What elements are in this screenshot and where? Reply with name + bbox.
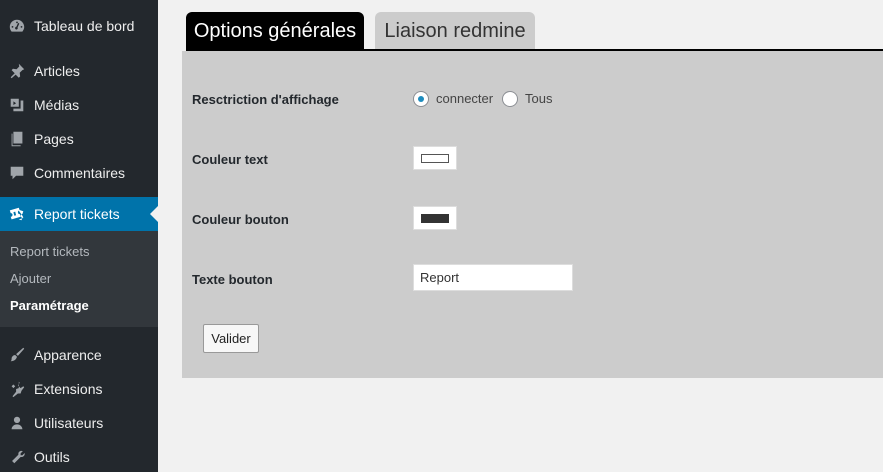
radio-connecter-label[interactable]: connecter [436,91,493,106]
sidebar-item-comments[interactable]: Commentaires [0,156,158,190]
sidebar-item-label: Tableau de bord [34,18,135,34]
sidebar-item-extensions[interactable]: Extensions [0,372,158,406]
sidebar-item-label: Report tickets [34,206,120,222]
sidebar-item-pages[interactable]: Pages [0,122,158,156]
radio-tous[interactable] [502,91,518,107]
sidebar-item-report-tickets[interactable]: Report tickets [0,197,158,231]
sidebar-item-articles[interactable]: Articles [0,54,158,88]
pushpin-icon [0,54,34,88]
sidebar-item-label: Commentaires [34,165,126,181]
sidebar-item-label: Utilisateurs [34,415,104,431]
sidebar-item-label: Médias [34,97,80,113]
sidebar-item-label: Articles [34,63,80,79]
wrench-icon [0,440,34,472]
button-color-picker[interactable] [413,206,457,230]
text-color-swatch [421,154,449,163]
button-text-input[interactable] [413,264,573,291]
submenu-item-parametrage[interactable]: Paramétrage [0,292,158,319]
restriction-label: Resctriction d'affichage [192,92,339,107]
sidebar-item-label: Apparence [34,347,102,363]
tab-liaison-redmine[interactable]: Liaison redmine [375,12,535,50]
text-color-picker[interactable] [413,146,457,170]
report-tickets-submenu: Report tickets Ajouter Paramétrage [0,231,158,327]
brush-icon [0,338,34,372]
radio-tous-label[interactable]: Tous [525,91,552,106]
media-icon [0,88,34,122]
sidebar-item-outils[interactable]: Outils [0,440,158,472]
text-color-label: Couleur text [192,152,268,167]
user-icon [0,406,34,440]
sidebar-item-apparence[interactable]: Apparence [0,338,158,372]
button-color-label: Couleur bouton [192,212,289,227]
sidebar-item-label: Outils [34,449,70,465]
submit-button[interactable]: Valider [203,324,259,353]
button-text-label: Texte bouton [192,272,273,287]
sidebar-item-label: Pages [34,131,74,147]
sidebar-item-dashboard[interactable]: Tableau de bord [0,9,158,43]
sidebar-item-utilisateurs[interactable]: Utilisateurs [0,406,158,440]
comment-icon [0,156,34,190]
sidebar-item-medias[interactable]: Médias [0,88,158,122]
tickets-icon [0,197,34,231]
submenu-item-report-tickets[interactable]: Report tickets [0,238,158,265]
button-color-swatch [421,214,449,223]
plugin-icon [0,372,34,406]
submenu-item-ajouter[interactable]: Ajouter [0,265,158,292]
radio-connecter[interactable] [413,91,429,107]
dashboard-icon [0,9,34,43]
sidebar-item-label: Extensions [34,381,103,397]
admin-sidebar: Tableau de bord Articles Médias Pages Co… [0,0,158,472]
tab-options-generales[interactable]: Options générales [186,12,364,50]
pages-icon [0,122,34,156]
settings-panel: Resctriction d'affichage connecter Tous … [182,51,883,378]
